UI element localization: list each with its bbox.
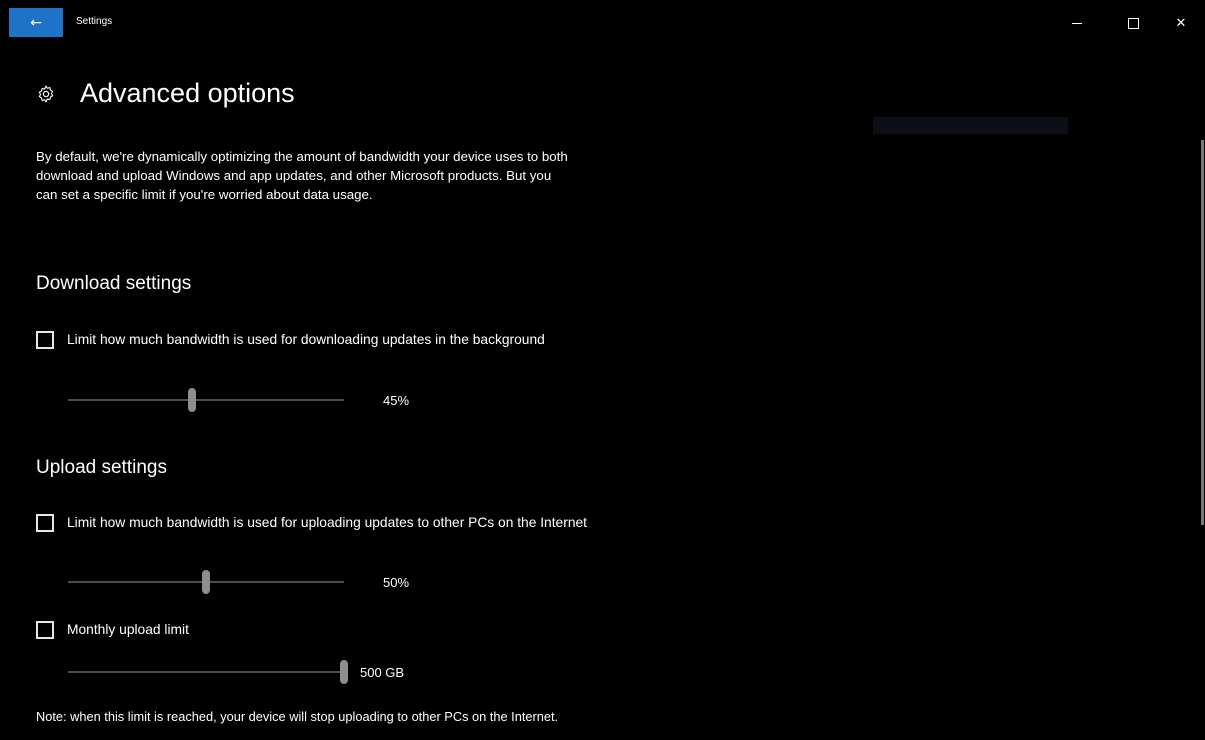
upload-limit-note: Note: when this limit is reached, your d… (36, 709, 559, 724)
maximize-icon (1127, 18, 1139, 29)
minimize-icon (1072, 23, 1082, 24)
back-button[interactable]: ← (9, 8, 63, 37)
close-button[interactable]: ✕ (1158, 10, 1204, 37)
upload-limit-label: Limit how much bandwidth is used for upl… (67, 515, 587, 530)
download-limit-label: Limit how much bandwidth is used for dow… (67, 332, 545, 347)
slider-thumb[interactable] (188, 388, 197, 412)
gear-icon (38, 85, 54, 102)
monthly-upload-checkbox[interactable] (36, 621, 54, 639)
upload-settings-title: Upload settings (36, 457, 167, 478)
page-description: By default, we're dynamically optimizing… (36, 149, 568, 202)
monthly-upload-value: 500 GB (360, 665, 405, 680)
download-limit-option[interactable]: Limit how much bandwidth is used for dow… (36, 330, 667, 350)
slider-thumb[interactable] (340, 660, 348, 684)
download-slider-value: 45% (383, 393, 410, 408)
download-limit-checkbox[interactable] (36, 331, 54, 349)
upload-limit-option[interactable]: Limit how much bandwidth is used for upl… (36, 513, 667, 533)
maximize-button[interactable] (1110, 10, 1156, 37)
download-settings-title: Download settings (36, 273, 192, 294)
vertical-scrollbar[interactable] (1201, 140, 1204, 525)
page-title: Advanced options (80, 78, 295, 108)
title-bar: ← Settings ✕ (0, 0, 1205, 37)
download-bandwidth-slider[interactable] (68, 388, 344, 412)
minimize-button[interactable] (1054, 10, 1100, 37)
upload-limit-checkbox[interactable] (36, 514, 54, 532)
page-header: Advanced options (36, 78, 295, 109)
faint-bar (873, 117, 1068, 134)
monthly-upload-label: Monthly upload limit (67, 622, 189, 637)
arrow-left-icon: ← (30, 14, 42, 31)
window-title: Settings (76, 16, 113, 27)
monthly-upload-slider[interactable] (68, 660, 348, 684)
slider-track (68, 399, 344, 401)
slider-track (68, 671, 344, 673)
upload-slider-value: 50% (383, 575, 410, 590)
upload-bandwidth-slider[interactable] (68, 570, 344, 594)
monthly-upload-option[interactable]: Monthly upload limit (36, 620, 667, 640)
slider-thumb[interactable] (202, 570, 210, 594)
close-icon: ✕ (1175, 16, 1187, 31)
